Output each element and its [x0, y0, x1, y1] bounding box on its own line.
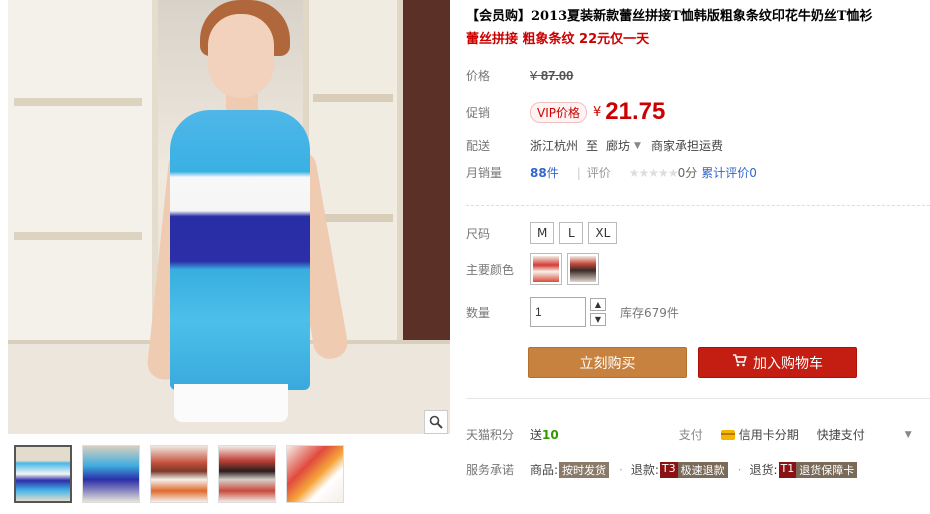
- payment-option-quick[interactable]: 快捷支付: [817, 426, 865, 443]
- size-option-l[interactable]: L: [559, 222, 584, 244]
- striped-shirt: [170, 110, 310, 390]
- size-option-m[interactable]: M: [530, 222, 555, 244]
- quantity-increase-button[interactable]: ▲: [590, 298, 606, 311]
- ship-from: 浙江杭州: [530, 139, 579, 153]
- magnifier-icon[interactable]: [424, 410, 448, 434]
- review-count-link[interactable]: 累计评价0: [701, 164, 757, 181]
- points-label: 天猫积分: [466, 428, 515, 442]
- cart-icon: [732, 354, 747, 371]
- promo-currency: ¥: [593, 104, 602, 120]
- credit-card-icon: [720, 429, 735, 440]
- size-label: 尺码: [466, 226, 491, 241]
- buy-now-label: 立刻购买: [579, 355, 636, 372]
- monthly-sales-count: 88: [530, 165, 547, 180]
- quantity-input[interactable]: [530, 297, 586, 327]
- quantity-decrease-button[interactable]: ▼: [590, 313, 606, 326]
- original-price: ¥ 87.00: [530, 68, 574, 83]
- service-code: T3: [659, 461, 678, 478]
- product-title: 【会员购】2013夏装新款蕾丝拼接T恤韩版粗象条纹印花牛奶丝T恤衫: [466, 9, 873, 24]
- points-payment-row: 天猫积分 送 10 支付 信用卡分期 快捷支付 ▼: [466, 426, 912, 443]
- color-option-2[interactable]: [567, 253, 599, 285]
- delivery-row: 配送 浙江杭州 至 廊坊 ▼ 商家承担运费: [466, 137, 723, 154]
- service-row: 服务承诺 商品: 按时发货 · 退款: T3 极速退款 · 退货: T1 退货保障卡: [466, 461, 867, 478]
- main-product-image[interactable]: [8, 0, 450, 434]
- service-badge: 极速退款: [677, 461, 728, 478]
- thumbnail-2[interactable]: [82, 445, 140, 503]
- payment-label: 支付: [678, 428, 703, 442]
- sales-label: 月销量: [466, 166, 503, 180]
- service-label: 服务承诺: [466, 463, 515, 477]
- price-label: 价格: [466, 69, 491, 83]
- product-detail-panel: 【会员购】2013夏装新款蕾丝拼接T恤韩版粗象条纹印花牛奶丝T恤衫 蕾丝拼接 粗…: [466, 0, 930, 514]
- rating-stars-icon: ★★★★★: [628, 165, 679, 180]
- color-option-1[interactable]: [530, 253, 562, 285]
- thumbnail-3[interactable]: [150, 445, 208, 503]
- price-row: 价格 ¥ 87.00: [466, 67, 573, 84]
- delivery-label: 配送: [466, 139, 491, 153]
- vip-price-tag: VIP价格: [530, 101, 587, 123]
- chevron-down-icon[interactable]: ▼: [905, 430, 912, 440]
- monthly-sales-unit: 件: [546, 166, 559, 180]
- service-refund: 退款: T3 极速退款: [631, 461, 728, 478]
- points-send: 送: [530, 428, 543, 442]
- divider: [466, 398, 930, 399]
- separator: |: [576, 165, 581, 180]
- ship-destination[interactable]: 廊坊: [606, 137, 630, 154]
- color-row: 主要颜色: [466, 253, 604, 285]
- shipping-note: 商家承担运费: [650, 139, 723, 153]
- promo-label: 促销: [466, 105, 491, 120]
- add-to-cart-button[interactable]: 加入购物车: [698, 347, 857, 378]
- lace-shorts: [174, 384, 288, 422]
- service-badge: 按时发货: [559, 461, 610, 478]
- promo-row: 促销 VIP价格 ¥ 21.75: [466, 98, 665, 126]
- color-label: 主要颜色: [466, 262, 515, 277]
- add-to-cart-label: 加入购物车: [753, 355, 823, 372]
- sales-row: 月销量 88 件 | 评价 ★★★★★ 0分 累计评价0: [466, 164, 757, 181]
- service-badge: 退货保障卡: [796, 461, 858, 478]
- buy-now-button[interactable]: 立刻购买: [528, 347, 687, 378]
- product-subtitle: 蕾丝拼接 粗象条纹 22元仅一天: [466, 32, 650, 47]
- service-goods: 商品: 按时发货: [530, 461, 610, 478]
- model-face: [208, 14, 274, 98]
- rating-label: 评价: [586, 166, 611, 180]
- service-return: 退货: T1 退货保障卡: [749, 461, 858, 478]
- service-code: T1: [778, 461, 797, 478]
- payment-option-installment[interactable]: 信用卡分期: [739, 426, 799, 443]
- divider: [466, 205, 930, 206]
- thumbnail-strip: [14, 445, 344, 505]
- size-option-xl[interactable]: XL: [588, 222, 618, 244]
- points-value: 10: [542, 427, 559, 442]
- size-row: 尺码 M L XL: [466, 222, 622, 244]
- quantity-stepper: ▲ ▼: [590, 298, 606, 326]
- rating-score: 0分: [677, 166, 698, 180]
- quantity-label: 数量: [466, 305, 491, 320]
- ship-to-word: 至: [586, 139, 599, 153]
- thumbnail-4[interactable]: [218, 445, 276, 503]
- thumbnail-5[interactable]: [286, 445, 344, 503]
- quantity-row: 数量 ▲ ▼ 库存679件: [466, 297, 679, 327]
- chevron-down-icon[interactable]: ▼: [634, 141, 641, 151]
- promo-price: 21.75: [605, 98, 666, 125]
- thumbnail-1[interactable]: [14, 445, 72, 503]
- stock-count: 库存679件: [620, 305, 679, 320]
